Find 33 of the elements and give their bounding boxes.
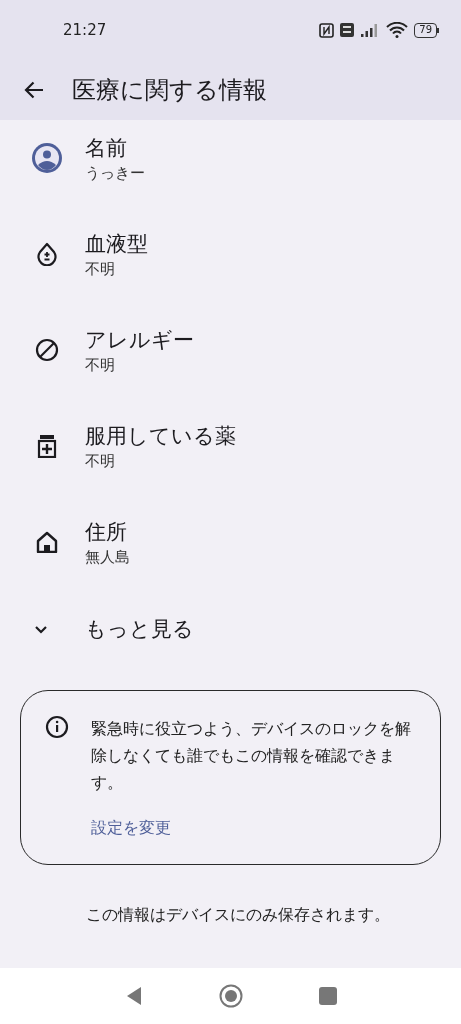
item-title: 名前 <box>85 135 128 162</box>
item-value: うっきー <box>85 163 145 183</box>
footer-text: この情報はデバイスにのみ保存されます。 <box>85 904 391 926</box>
medication-icon <box>37 434 57 458</box>
page-title: 医療に関する情報 <box>72 75 267 106</box>
item-value: 不明 <box>85 259 116 279</box>
item-value: 不明 <box>85 355 116 375</box>
change-settings-link[interactable]: 設定を変更 <box>91 816 171 840</box>
wifi-icon <box>386 22 409 38</box>
nav-recents-button[interactable] <box>318 987 337 1005</box>
item-value: 不明 <box>85 451 116 471</box>
info-list-item[interactable]: 住所 無人島 <box>0 494 461 590</box>
chevron-down-icon <box>34 625 48 635</box>
block-icon <box>35 338 59 362</box>
item-title: 血液型 <box>85 231 148 258</box>
item-title: アレルギー <box>85 327 194 354</box>
status-time: 21:27 <box>63 19 107 41</box>
info-list-item[interactable]: 血液型 不明 <box>0 206 461 302</box>
notice-text: 緊急時に役立つよう、デバイスのロックを解除しなくても誰でもこの情報を確認できます。 <box>91 718 412 794</box>
info-list-item[interactable]: 服用している薬 不明 <box>0 398 461 494</box>
account-icon <box>31 142 63 174</box>
item-title: 服用している薬 <box>85 423 236 450</box>
info-list-item[interactable]: 名前 うっきー <box>0 120 461 206</box>
info-icon <box>45 715 69 739</box>
blood-drop-icon <box>36 242 58 266</box>
info-list-item[interactable]: アレルギー 不明 <box>0 302 461 398</box>
item-value: 無人島 <box>85 547 130 567</box>
battery-indicator: 79 <box>414 22 439 38</box>
nav-home-button[interactable] <box>218 984 243 1008</box>
show-more-button[interactable]: もっと見る <box>0 590 461 670</box>
item-title: 住所 <box>85 519 128 546</box>
back-arrow-icon <box>24 81 44 99</box>
home-icon <box>36 531 58 553</box>
